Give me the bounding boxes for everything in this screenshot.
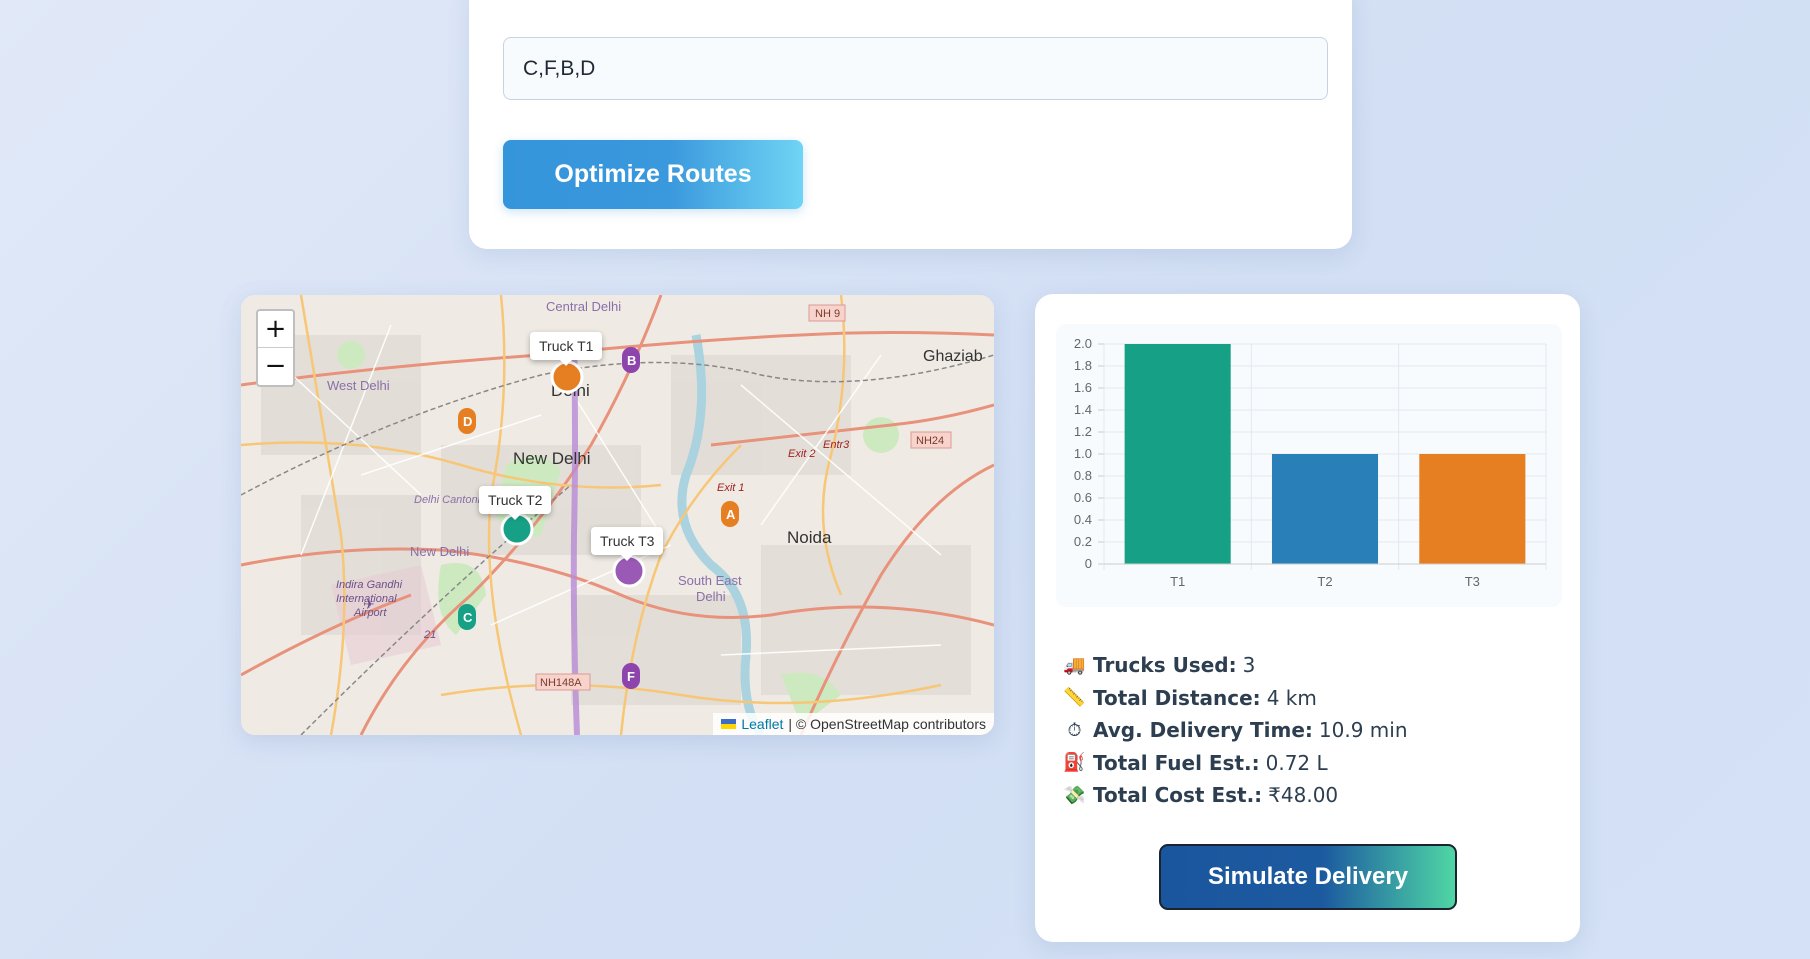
map-label: Delhi [696,589,726,604]
stat-trucks-used: 🚚 Trucks Used: 3 [1062,649,1562,682]
svg-text:Entr3: Entr3 [823,439,850,451]
stat-label: Trucks Used: [1093,653,1237,678]
stopwatch-icon: ⏱ [1067,719,1082,741]
ukraine-flag-icon [721,719,737,729]
attribution-text: | © OpenStreetMap contributors [788,716,986,732]
stat-label: Total Cost Est.: [1093,783,1263,808]
stat-label: Avg. Delivery Time: [1093,718,1313,743]
route-form-card: Optimize Routes [469,0,1352,249]
map-label: New Delhi [513,449,590,468]
y-tick-label: 1.6 [1074,380,1092,395]
x-tick-label: T2 [1317,574,1332,589]
optimize-routes-button[interactable]: Optimize Routes [503,140,803,209]
bar-t3 [1419,454,1526,564]
stop-marker-d: D [458,408,476,434]
svg-text:B: B [627,353,636,368]
y-tick-label: 1.2 [1074,424,1092,439]
svg-text:21: 21 [423,629,436,641]
simulate-delivery-button[interactable]: Simulate Delivery [1159,844,1457,910]
map-tiles: Central Delhi Delhi New Delhi West Delhi… [241,295,994,735]
map-label: Central Delhi [546,299,621,314]
route-map[interactable]: Central Delhi Delhi New Delhi West Delhi… [241,295,994,735]
truck-tooltip-t3: Truck T3 [591,527,664,561]
stop-marker-b: B [622,347,640,373]
map-attribution: Leaflet | © OpenStreetMap contributors [713,713,994,735]
stat-value: 4 km [1266,685,1317,710]
stat-label: Total Distance: [1093,685,1261,710]
svg-text:Exit 1: Exit 1 [717,482,745,494]
map-label: Delhi Cantonm [414,494,487,506]
svg-text:Exit 2: Exit 2 [788,448,816,460]
truck-icon: 🚚 [1063,654,1086,676]
y-tick-label: 0.8 [1074,468,1092,483]
x-tick-label: T1 [1170,574,1185,589]
svg-text:NH24: NH24 [916,435,944,447]
stat-value: ₹48.00 [1268,783,1339,808]
route-input[interactable] [503,37,1328,100]
stat-label: Total Fuel Est.: [1093,750,1260,775]
zoom-controls: + − [256,309,295,387]
truck-tooltip-t2: Truck T2 [479,486,552,520]
y-tick-label: 0.6 [1074,490,1092,505]
map-label: Indira Gandhi [336,579,403,591]
stop-marker-f: F [622,663,640,689]
svg-text:NH148A: NH148A [540,677,582,689]
stop-marker-a: A [721,501,739,527]
map-label: Ghaziab [923,348,983,365]
y-tick-label: 0 [1085,556,1092,571]
stat-value: 10.9 min [1318,718,1408,743]
svg-text:A: A [726,507,736,522]
svg-text:F: F [627,669,635,684]
ruler-icon: 📏 [1063,687,1086,709]
bar-chart: 0 0.2 0.4 0.6 0.8 1.0 1.2 1.4 1.6 1.8 2.0 T1 T2 T3 [1074,336,1547,589]
stats-list: 🚚 Trucks Used: 3 📏 Total Distance: 4 km … [1062,649,1562,812]
svg-text:NH 9: NH 9 [815,308,840,320]
truck-tooltip-t1: Truck T1 [530,332,603,366]
map-label: South East [678,573,742,588]
leaflet-link[interactable]: Leaflet [741,716,783,732]
y-tick-label: 0.4 [1074,512,1092,527]
zoom-out-button[interactable]: − [258,348,293,385]
stat-total-distance: 📏 Total Distance: 4 km [1062,682,1562,715]
money-icon: 💸 [1063,784,1086,806]
bar-t2 [1271,454,1379,564]
map-label: West Delhi [327,378,390,393]
y-tick-label: 2.0 [1074,336,1092,351]
stat-total-fuel: ⛽ Total Fuel Est.: 0.72 L [1062,747,1562,780]
svg-text:D: D [463,414,472,429]
fuel-icon: ⛽ [1063,752,1086,774]
zoom-in-button[interactable]: + [258,311,293,348]
airport-icon: ✈ [363,596,375,612]
y-tick-label: 1.0 [1074,446,1092,461]
truck-marker-t1 [550,360,584,394]
bar-t1 [1124,344,1231,564]
stat-avg-delivery-time: ⏱ Avg. Delivery Time: 10.9 min [1062,714,1562,747]
stat-total-cost: 💸 Total Cost Est.: ₹48.00 [1062,779,1562,812]
y-tick-label: 1.8 [1074,358,1092,373]
svg-text:C: C [463,610,473,625]
y-tick-label: 1.4 [1074,402,1092,417]
stop-marker-c: C [458,604,476,630]
map-label: Noida [787,528,832,547]
map-label: New Delhi [410,544,469,559]
stat-value: 3 [1242,653,1256,678]
deliveries-chart: 0 0.2 0.4 0.6 0.8 1.0 1.2 1.4 1.6 1.8 2.0 T1 T2 T3 [1056,324,1562,607]
y-tick-label: 0.2 [1074,534,1092,549]
stat-value: 0.72 L [1265,750,1328,775]
summary-card: 0 0.2 0.4 0.6 0.8 1.0 1.2 1.4 1.6 1.8 2.0 T1 T2 T3 🚚 … [1035,294,1580,942]
x-tick-label: T3 [1465,574,1480,589]
